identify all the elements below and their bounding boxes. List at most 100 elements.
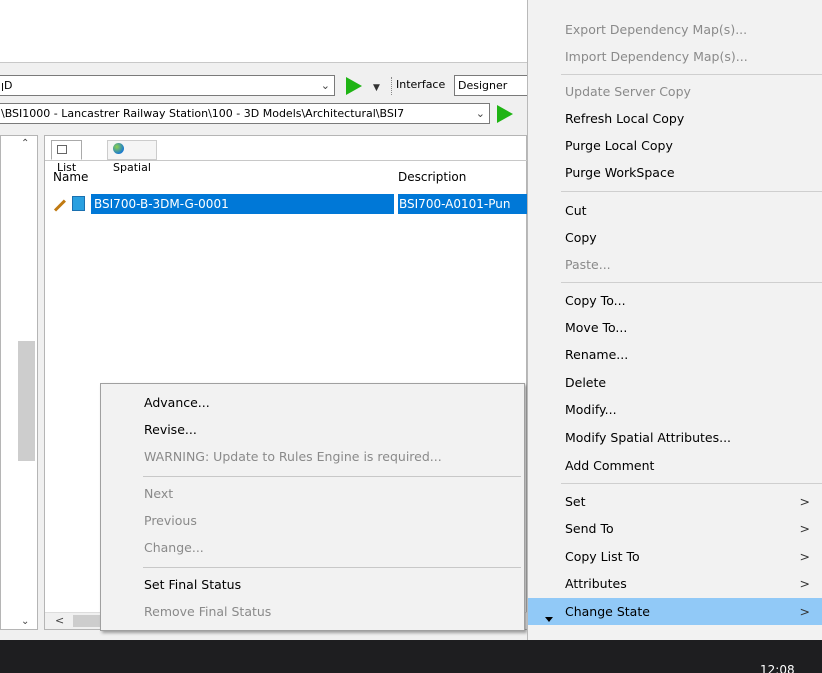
menu-item-copy-list-to[interactable]: Copy List To >	[528, 543, 822, 570]
document-context-menu: Export Dependency Map(s)... Import Depen…	[527, 0, 822, 640]
menu-item-revise[interactable]: Revise...	[144, 421, 197, 439]
menu-separator	[561, 191, 822, 192]
menu-item-copy-to[interactable]: Copy To...	[528, 287, 822, 314]
more-items-arrow-icon[interactable]	[545, 617, 553, 622]
globe-icon	[113, 143, 124, 154]
folder-tree-panel[interactable]: ⌃ ⌄	[0, 135, 38, 630]
interface-label: Interface	[396, 78, 446, 91]
table-row[interactable]: BSI700-B-3DM-G-0001 BSI700-A0101-Pun	[53, 194, 528, 214]
menu-item-label: Move To...	[565, 320, 628, 335]
menu-item-label: Copy	[565, 230, 597, 245]
document-area-top	[0, 0, 527, 63]
menu-item-set-final-status[interactable]: Set Final Status	[144, 576, 241, 594]
menu-item-delete[interactable]: Delete	[528, 369, 822, 396]
submenu-arrow-icon: >	[799, 494, 810, 509]
menu-item-label: Change State	[565, 604, 650, 619]
menu-item-import-dependency-map[interactable]: Import Dependency Map(s)...	[528, 43, 822, 70]
menu-separator	[561, 74, 822, 75]
menu-item-label: Rename...	[565, 347, 629, 362]
taskbar: 12:08	[0, 640, 822, 673]
toolbar-overflow-icon[interactable]: ▼	[373, 82, 381, 94]
scroll-down-icon[interactable]: ⌄	[21, 616, 29, 627]
pencil-icon	[53, 199, 66, 212]
menu-item-label: Update Server Copy	[565, 84, 691, 99]
menu-item-move-to[interactable]: Move To...	[528, 314, 822, 341]
document-icon	[72, 196, 85, 211]
menu-separator	[143, 476, 521, 477]
menu-item-cut[interactable]: Cut	[528, 197, 822, 224]
workspace-combo[interactable]: ꞁD ⌄	[0, 75, 335, 96]
menu-item-change-state[interactable]: Change State >	[528, 598, 822, 625]
menu-item-label: Import Dependency Map(s)...	[565, 49, 748, 64]
menu-item-label: Export Dependency Map(s)...	[565, 22, 748, 37]
menu-item-warning: WARNING: Update to Rules Engine is requi…	[144, 449, 442, 464]
workspace-toolbar: ꞁD ⌄ ▼ Interface Designer	[0, 74, 527, 98]
path-combo[interactable]: \BSI1000 - Lancastrer Railway Station\10…	[0, 103, 490, 124]
menu-item-label: Copy To...	[565, 293, 626, 308]
scroll-left-icon[interactable]: <	[55, 614, 64, 627]
submenu-arrow-icon: >	[799, 521, 810, 536]
list-icon	[57, 145, 67, 154]
play-icon[interactable]	[497, 105, 513, 123]
menu-item-label: Refresh Local Copy	[565, 111, 685, 126]
vertical-scrollbar-thumb[interactable]	[18, 341, 35, 461]
menu-item-label: Purge WorkSpace	[565, 165, 675, 180]
menu-item-advance[interactable]: Advance...	[144, 394, 210, 412]
tab-list[interactable]: List	[51, 140, 83, 174]
menu-item-rename[interactable]: Rename...	[528, 341, 822, 368]
chevron-down-icon[interactable]: ⌄	[473, 104, 485, 123]
menu-item-previous[interactable]: Previous	[144, 512, 197, 530]
menu-item-label: Delete	[565, 375, 607, 390]
menu-item-label: Modify...	[565, 402, 617, 417]
column-header-description[interactable]: Description	[398, 170, 466, 184]
path-combo-value: \BSI1000 - Lancastrer Railway Station\10…	[1, 107, 405, 120]
path-toolbar: \BSI1000 - Lancastrer Railway Station\10…	[0, 102, 527, 126]
menu-item-add-comment[interactable]: Add Comment	[528, 452, 822, 479]
menu-item-label: Add Comment	[565, 458, 655, 473]
menu-item-modify-spatial-attributes[interactable]: Modify Spatial Attributes...	[528, 424, 822, 451]
row-description-cell[interactable]: BSI700-A0101-Pun	[398, 194, 528, 214]
column-header-name[interactable]: Name	[53, 170, 88, 184]
menu-item-label: Set	[565, 494, 586, 509]
workspace-combo-value: ꞁD	[1, 79, 13, 92]
taskbar-clock[interactable]: 12:08	[760, 663, 795, 673]
menu-item-purge-workspace[interactable]: Purge WorkSpace	[528, 159, 822, 186]
toolbar-grip[interactable]	[391, 77, 394, 95]
menu-item-copy[interactable]: Copy	[528, 224, 822, 251]
change-state-submenu: Advance... Revise... WARNING: Update to …	[100, 383, 525, 631]
submenu-arrow-icon: >	[799, 604, 810, 619]
interface-combo-value: Designer	[458, 79, 508, 92]
status-bar	[0, 632, 527, 640]
menu-separator	[561, 282, 822, 283]
menu-separator	[561, 483, 822, 484]
menu-item-label: Modify Spatial Attributes...	[565, 430, 732, 445]
tab-spatial-label: Spatial	[113, 161, 151, 174]
scroll-up-icon[interactable]: ⌃	[21, 138, 29, 149]
menu-item-set[interactable]: Set >	[528, 488, 822, 515]
menu-item-remove-final-status[interactable]: Remove Final Status	[144, 603, 271, 621]
submenu-arrow-icon: >	[799, 576, 810, 591]
menu-item-label: Cut	[565, 203, 587, 218]
menu-item-label: Paste...	[565, 257, 611, 272]
menu-item-label: Purge Local Copy	[565, 138, 673, 153]
submenu-arrow-icon: >	[799, 549, 810, 564]
menu-separator	[143, 567, 521, 568]
menu-item-change[interactable]: Change...	[144, 539, 204, 557]
menu-item-paste[interactable]: Paste...	[528, 251, 822, 278]
menu-item-refresh-local-copy[interactable]: Refresh Local Copy	[528, 105, 822, 132]
menu-item-attributes[interactable]: Attributes >	[528, 570, 822, 597]
menu-item-export-dependency-map[interactable]: Export Dependency Map(s)...	[528, 16, 822, 43]
menu-item-label: Send To	[565, 521, 614, 536]
tab-spatial[interactable]: Spatial	[107, 140, 157, 174]
menu-item-label: Attributes	[565, 576, 627, 591]
menu-item-next[interactable]: Next	[144, 485, 173, 503]
play-icon[interactable]	[346, 77, 362, 95]
menu-item-send-to[interactable]: Send To >	[528, 515, 822, 542]
menu-item-update-server-copy[interactable]: Update Server Copy	[528, 78, 822, 105]
menu-item-purge-local-copy[interactable]: Purge Local Copy	[528, 132, 822, 159]
chevron-down-icon[interactable]: ⌄	[321, 76, 330, 95]
interface-combo[interactable]: Designer	[454, 75, 527, 96]
row-name-cell[interactable]: BSI700-B-3DM-G-0001	[91, 194, 394, 214]
menu-item-label: Copy List To	[565, 549, 640, 564]
menu-item-modify[interactable]: Modify...	[528, 396, 822, 423]
